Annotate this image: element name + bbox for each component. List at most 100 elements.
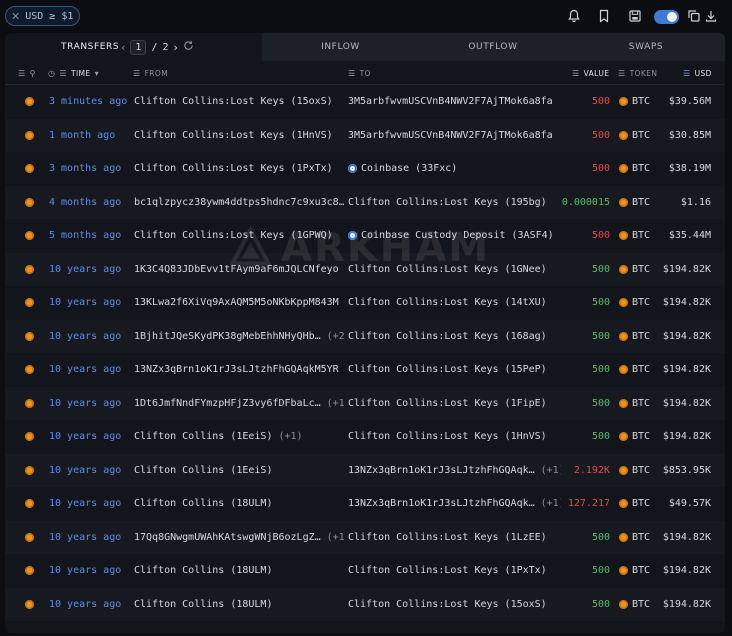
address[interactable]: Clifton Collins (1EeiS) bbox=[134, 431, 272, 442]
entity-name[interactable]: Clifton Collins bbox=[134, 163, 224, 174]
to-cell[interactable]: Clifton Collins: Lost Keys (1LzEE) bbox=[348, 521, 561, 555]
time-cell[interactable]: 3 minutes ago bbox=[49, 85, 133, 119]
time-cell[interactable]: 10 years ago bbox=[49, 487, 133, 521]
to-cell[interactable]: Clifton Collins: Lost Keys (1GNee) bbox=[348, 253, 561, 287]
address-label[interactable]: Lost Keys (14tXU) bbox=[444, 297, 546, 308]
from-cell[interactable]: 17Qq8GNwgmUWAhKAtswgWNjB6ozLgZ… (+1) bbox=[134, 521, 344, 555]
to-cell[interactable]: Clifton Collins: Lost Keys (1FipE) bbox=[348, 387, 561, 421]
address[interactable]: 13KLwa2f6XiVq9AxAQM5M5oNKbKppM843M bbox=[134, 297, 339, 308]
address[interactable]: Coinbase Custody Deposit (3ASF4) bbox=[361, 230, 554, 241]
address-label[interactable]: Lost Keys (15oxS) bbox=[230, 96, 332, 107]
from-cell[interactable]: Clifton Collins: Lost Keys (1GPWQ) bbox=[134, 219, 344, 253]
extra-count[interactable]: (+1) bbox=[327, 398, 344, 409]
table-row[interactable]: 10 years ago 1BjhitJQeSKydPK38gMebEhhNHyQ… bbox=[5, 319, 725, 354]
extra-count[interactable]: (+1) bbox=[278, 431, 302, 442]
time-cell[interactable]: 10 years ago bbox=[49, 286, 133, 320]
filter-active-icon[interactable]: ☰ bbox=[683, 69, 691, 78]
time-cell[interactable]: 10 years ago bbox=[49, 554, 133, 588]
table-row[interactable]: 1 month ago Clifton Collins: Lost Keys (1… bbox=[5, 118, 725, 153]
time-cell[interactable]: 10 years ago bbox=[49, 521, 133, 555]
save-icon[interactable] bbox=[627, 8, 643, 24]
from-cell[interactable]: Clifton Collins: Lost Keys (15oxS) bbox=[134, 85, 344, 119]
time-column-header[interactable]: ◷ ☰ TIME ▾ bbox=[48, 61, 99, 85]
address-label[interactable]: Lost Keys (168ag) bbox=[444, 331, 546, 342]
filter-icon[interactable]: ☰ bbox=[572, 69, 580, 78]
address[interactable]: bc1qlzpycz38ywm4ddtps5hdnc7c9xu3c8… bbox=[134, 197, 344, 208]
from-column-header[interactable]: ☰ FROM bbox=[133, 61, 168, 85]
table-row[interactable]: 10 years ago Clifton Collins (18ULM) 13NZx… bbox=[5, 487, 725, 521]
address[interactable]: 1BjhitJQeSKydPK38gMebEhhNHyQHb… bbox=[134, 331, 321, 342]
link-filter-header[interactable]: ☰ ⚲ bbox=[18, 61, 36, 85]
from-cell[interactable]: Clifton Collins: Lost Keys (1HnVS) bbox=[134, 119, 344, 153]
to-cell[interactable]: Clifton Collins: Lost Keys (1PxTx) bbox=[348, 554, 561, 588]
to-cell[interactable]: Coinbase Custody Deposit (3ASF4) bbox=[348, 219, 561, 253]
address-label[interactable]: Lost Keys (1HnVS) bbox=[230, 130, 332, 141]
entity-name[interactable]: Clifton Collins bbox=[348, 297, 438, 308]
from-cell[interactable]: Clifton Collins (18ULM) bbox=[134, 554, 344, 588]
table-row[interactable]: 10 years ago Clifton Collins (1EeiS) 13NZx… bbox=[5, 453, 725, 488]
time-cell[interactable]: 10 years ago bbox=[49, 320, 133, 354]
address[interactable]: Clifton Collins (18ULM) bbox=[134, 599, 272, 610]
download-icon[interactable] bbox=[703, 8, 719, 24]
entity-name[interactable]: Clifton Collins bbox=[348, 599, 438, 610]
to-cell[interactable]: Clifton Collins: Lost Keys (15oxS) bbox=[348, 588, 561, 622]
tab-swaps[interactable]: SWAPS bbox=[567, 33, 725, 61]
time-cell[interactable]: 4 months ago bbox=[49, 186, 133, 220]
address-label[interactable]: Lost Keys (1GPWQ) bbox=[230, 230, 332, 241]
from-cell[interactable]: bc1qlzpycz38ywm4ddtps5hdnc7c9xu3c8… bbox=[134, 186, 344, 220]
extra-count[interactable]: (+2) bbox=[327, 331, 344, 342]
address[interactable]: 13NZx3qBrn1oK1rJ3sLJtzhFhGQAqk… bbox=[348, 498, 535, 509]
from-cell[interactable]: 1Dt6JmfNndFYmzpHFjZ3vy6fDFbaLc… (+1) bbox=[134, 387, 344, 421]
from-cell[interactable]: 13NZx3qBrn1oK1rJ3sLJtzhFhGQAqkM5YR bbox=[134, 353, 344, 387]
time-cell[interactable]: 10 years ago bbox=[49, 387, 133, 421]
sort-down-icon[interactable]: ▾ bbox=[95, 69, 99, 78]
table-row[interactable]: 3 minutes ago Clifton Collins: Lost Keys … bbox=[5, 85, 725, 119]
to-cell[interactable]: Coinbase (33Fxc) bbox=[348, 152, 561, 186]
from-cell[interactable]: Clifton Collins: Lost Keys (1PxTx) bbox=[134, 152, 344, 186]
to-column-header[interactable]: ☰ TO bbox=[348, 61, 371, 85]
address[interactable]: Clifton Collins (18ULM) bbox=[134, 498, 272, 509]
chevron-left-icon[interactable]: ‹ bbox=[121, 41, 125, 54]
usd-filter-chip[interactable]: ✕ USD ≥ $1 bbox=[5, 6, 81, 26]
time-cell[interactable]: 3 months ago bbox=[49, 152, 133, 186]
table-row[interactable]: 10 years ago Clifton Collins (18ULM) Clift… bbox=[5, 554, 725, 588]
address-label[interactable]: Lost Keys (195bg) bbox=[444, 197, 546, 208]
address[interactable]: 13NZx3qBrn1oK1rJ3sLJtzhFhGQAqkM5YR bbox=[134, 364, 339, 375]
to-cell[interactable]: Clifton Collins: Lost Keys (15PeP) bbox=[348, 353, 561, 387]
from-cell[interactable]: 1K3C4Q83JDbEvv1tFAym9aF6mJQLCNfeyo bbox=[134, 253, 344, 287]
alert-bell-icon[interactable] bbox=[566, 8, 582, 24]
address-label[interactable]: Lost Keys (15PeP) bbox=[444, 364, 546, 375]
tab-outflow[interactable]: OUTFLOW bbox=[419, 33, 567, 61]
filter-icon[interactable]: ☰ bbox=[18, 69, 26, 78]
to-cell[interactable]: Clifton Collins: Lost Keys (14tXU) bbox=[348, 286, 561, 320]
from-cell[interactable]: 1BjhitJQeSKydPK38gMebEhhNHyQHb… (+2) bbox=[134, 320, 344, 354]
view-toggle[interactable] bbox=[654, 10, 679, 24]
bookmark-icon[interactable] bbox=[596, 8, 612, 24]
time-cell[interactable]: 10 years ago bbox=[49, 588, 133, 622]
address-label[interactable]: Lost Keys (1FipE) bbox=[444, 398, 546, 409]
from-cell[interactable]: Clifton Collins (18ULM) bbox=[134, 588, 344, 622]
address[interactable]: 1Dt6JmfNndFYmzpHFjZ3vy6fDFbaLc… bbox=[134, 398, 321, 409]
address-label[interactable]: Lost Keys (15oxS) bbox=[444, 599, 546, 610]
address-label[interactable]: Lost Keys (1GNee) bbox=[444, 264, 546, 275]
entity-name[interactable]: Clifton Collins bbox=[134, 96, 224, 107]
entity-name[interactable]: Clifton Collins bbox=[348, 431, 438, 442]
copy-icon[interactable] bbox=[686, 8, 702, 24]
address-label[interactable]: Lost Keys (1HnVS) bbox=[444, 431, 546, 442]
to-cell[interactable]: 3M5arbfwvmUSCVnB4NWV2F7AjTMok6a8fa bbox=[348, 119, 561, 153]
entity-name[interactable]: Clifton Collins bbox=[348, 398, 438, 409]
from-cell[interactable]: Clifton Collins (1EeiS) (+1) bbox=[134, 420, 344, 454]
table-row[interactable]: 10 years ago 1Dt6JmfNndFYmzpHFjZ3vy6fDFba… bbox=[5, 386, 725, 421]
filter-icon[interactable]: ☰ bbox=[618, 69, 626, 78]
table-row[interactable]: 10 years ago Clifton Collins (1EeiS) (+1) C… bbox=[5, 420, 725, 454]
filter-icon[interactable]: ☰ bbox=[133, 69, 141, 78]
table-row[interactable]: 10 years ago 17Qq8GNwgmUWAhKAtswgWNjB6ozL… bbox=[5, 520, 725, 555]
link-icon[interactable]: ⚲ bbox=[30, 69, 36, 78]
to-cell[interactable]: 3M5arbfwvmUSCVnB4NWV2F7AjTMok6a8fa bbox=[348, 85, 561, 119]
filter-icon[interactable]: ☰ bbox=[348, 69, 356, 78]
time-cell[interactable]: 10 years ago bbox=[49, 253, 133, 287]
refresh-icon[interactable] bbox=[183, 40, 194, 54]
to-cell[interactable]: 13NZx3qBrn1oK1rJ3sLJtzhFhGQAqk…(+1) bbox=[348, 454, 561, 488]
to-cell[interactable]: Clifton Collins: Lost Keys (168ag) bbox=[348, 320, 561, 354]
address[interactable]: 13NZx3qBrn1oK1rJ3sLJtzhFhGQAqk… bbox=[348, 465, 535, 476]
